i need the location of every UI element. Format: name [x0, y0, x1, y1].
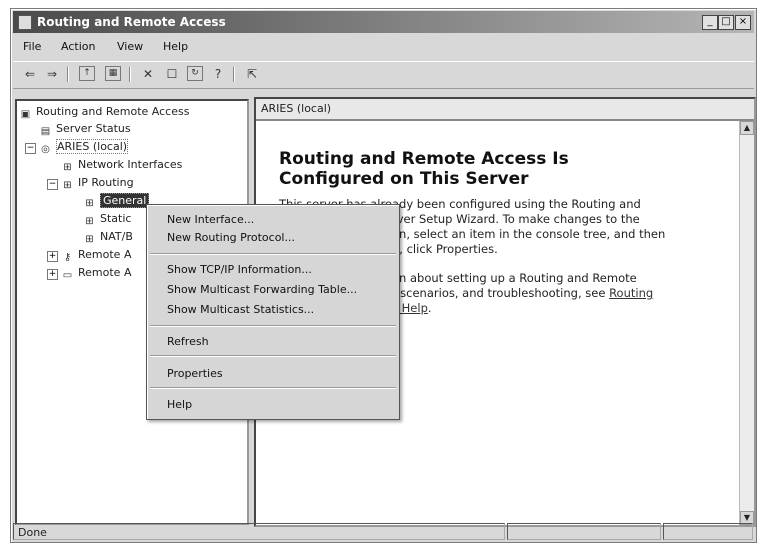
status-bar: Done — [13, 523, 754, 540]
tree-node-server-status[interactable]: ▤ Server Status — [39, 121, 131, 137]
tree-node-server[interactable]: ◎ ARIES (local) — [39, 139, 129, 155]
app-icon — [18, 15, 32, 30]
help-icon[interactable]: ? — [209, 66, 227, 83]
menu-item-new-interface[interactable]: New Interface... — [167, 213, 254, 226]
menu-help[interactable]: Help — [163, 40, 188, 53]
server-status-icon: ▤ — [40, 126, 51, 137]
menu-item-refresh[interactable]: Refresh — [167, 335, 209, 348]
network-icon: ⊞ — [85, 216, 94, 227]
properties-icon[interactable]: ☐ — [163, 66, 181, 83]
menu-item-properties[interactable]: Properties — [167, 367, 223, 380]
menu-item-help[interactable]: Help — [167, 398, 192, 411]
tree-node-root[interactable]: ▣ Routing and Remote Access — [19, 104, 190, 120]
scroll-up-icon[interactable]: ▲ — [740, 121, 754, 135]
menu-item-show-multicast-statistics[interactable]: Show Multicast Statistics... — [167, 303, 314, 316]
back-arrow-icon[interactable]: ⇐ — [21, 66, 39, 83]
tree-node-ip-routing[interactable]: ⊞ IP Routing — [61, 175, 133, 191]
menu-item-show-tcpip[interactable]: Show TCP/IP Information... — [167, 263, 312, 276]
menu-separator — [150, 355, 396, 357]
folder-icon: ▭ — [62, 270, 73, 281]
menu-separator — [150, 253, 396, 255]
window-title: Routing and Remote Access — [37, 15, 226, 29]
menu-action[interactable]: Action — [61, 40, 95, 53]
export-list-icon[interactable]: ⇱ — [243, 66, 261, 83]
policy-icon: ⚷ — [63, 252, 72, 263]
menu-separator — [150, 325, 396, 327]
title-bar[interactable]: Routing and Remote Access _ □ × — [13, 11, 754, 33]
network-icon: ⊞ — [63, 162, 72, 173]
close-icon[interactable]: × — [735, 15, 751, 30]
show-hide-tree-icon[interactable]: ▦ — [105, 66, 121, 81]
tree-node-remote-access-policies[interactable]: ⚷ Remote A — [61, 247, 132, 263]
tree-node-network-interfaces[interactable]: ⊞ Network Interfaces — [61, 157, 182, 173]
network-icon: ⊞ — [85, 198, 94, 209]
collapse-icon[interactable]: − — [25, 143, 36, 154]
context-menu: New Interface... New Routing Protocol...… — [146, 204, 400, 420]
tree-node-static[interactable]: ⊞ Static — [83, 211, 131, 227]
menu-separator — [150, 387, 396, 389]
toolbar: ⇐ ⇒ ↑ ▦ ✕ ☐ ↻ ? ⇱ — [13, 61, 754, 89]
status-cell-3 — [663, 523, 753, 540]
menu-file[interactable]: File — [23, 40, 41, 53]
status-cell-main: Done — [13, 523, 505, 540]
tree-node-remote-access-logging[interactable]: ▭ Remote A — [61, 265, 132, 281]
menu-item-show-multicast-forwarding[interactable]: Show Multicast Forwarding Table... — [167, 283, 357, 296]
tree-node-general[interactable]: ⊞ General — [83, 193, 150, 209]
menu-view[interactable]: View — [117, 40, 143, 53]
page-title: Routing and Remote Access Is Configured … — [279, 149, 569, 189]
vertical-scrollbar[interactable]: ▲ ▼ — [739, 121, 754, 525]
menu-item-new-routing-protocol[interactable]: New Routing Protocol... — [167, 231, 295, 244]
status-cell-2 — [507, 523, 661, 540]
maximize-icon[interactable]: □ — [718, 15, 734, 30]
server-icon: ◎ — [41, 144, 50, 155]
details-header: ARIES (local) — [256, 99, 754, 121]
computer-icon: ▣ — [20, 109, 31, 120]
refresh-icon[interactable]: ↻ — [187, 66, 203, 81]
up-folder-icon[interactable]: ↑ — [79, 66, 95, 81]
tree-node-nat[interactable]: ⊞ NAT/B — [83, 229, 133, 245]
expand-icon[interactable]: + — [47, 269, 58, 280]
routing-help-link[interactable]: Routing — [609, 286, 653, 300]
collapse-icon[interactable]: − — [47, 179, 58, 190]
minimize-icon[interactable]: _ — [702, 15, 718, 30]
network-icon: ⊞ — [63, 180, 72, 191]
network-icon: ⊞ — [85, 234, 94, 245]
forward-arrow-icon[interactable]: ⇒ — [43, 66, 61, 83]
delete-icon[interactable]: ✕ — [139, 66, 157, 83]
menu-bar: File Action View Help — [13, 37, 754, 57]
expand-icon[interactable]: + — [47, 251, 58, 262]
